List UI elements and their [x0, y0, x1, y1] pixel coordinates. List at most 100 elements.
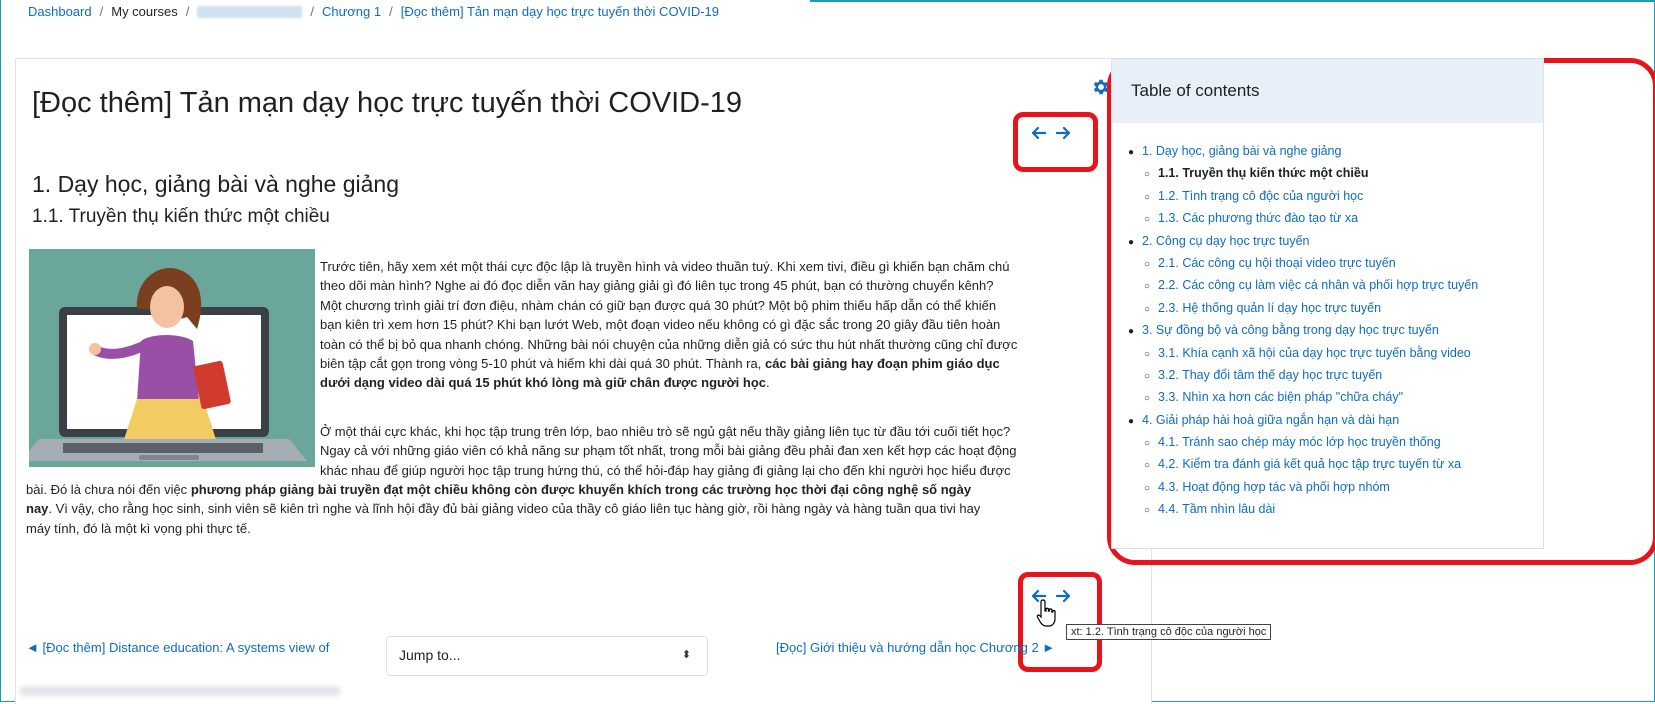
- text-line: Một chương trình giải trí đơn điệu, nhàm…: [320, 297, 997, 313]
- breadcrumb-separator: /: [389, 4, 393, 19]
- toc-item[interactable]: ○ 3.2. Thay đổi tâm thế dạy học trực tuyế…: [1128, 364, 1543, 386]
- text-run: .: [766, 375, 770, 391]
- circle-bullet-icon: ○: [1144, 258, 1151, 270]
- circle-bullet-icon: ○: [1144, 460, 1151, 472]
- top-divider: [810, 0, 1655, 2]
- text-run: . Vì vậy, cho rằng học sinh, sinh viên s…: [48, 501, 981, 517]
- select-updown-icon: ⬍: [681, 649, 691, 661]
- toc-item-label: 3.1. Khía cạnh xã hội của dạy học trực t…: [1158, 345, 1471, 360]
- breadcrumb-course-redacted[interactable]: [197, 5, 303, 18]
- jump-to-select[interactable]: Jump to... ⬍: [386, 636, 708, 676]
- circle-bullet-icon: ○: [1144, 191, 1151, 203]
- next-activity-link[interactable]: [Đọc] Giới thiệu và hướng dẫn học Chương…: [776, 640, 1055, 655]
- circle-bullet-icon: ○: [1144, 303, 1151, 315]
- toc-item: ○ 1.1. Truyền thụ kiến thức một chiều: [1128, 162, 1543, 184]
- text-line: nay. Vì vậy, cho rằng học sinh, sinh viê…: [26, 499, 1106, 518]
- toc-item[interactable]: ○ 4.3. Hoạt động hợp tác và phối hợp nhóm: [1128, 476, 1543, 498]
- toc-item-label: 1.2. Tình trạng cô độc của người học: [1158, 188, 1364, 203]
- toc-item[interactable]: ○ 2.3. Hệ thống quản lí dạy học trực tuyế…: [1128, 297, 1543, 319]
- circle-bullet-icon: ○: [1144, 348, 1151, 360]
- toc-item[interactable]: ● 1. Dạy học, giảng bài và nghe giảng: [1128, 140, 1543, 162]
- toc-item-label: 3. Sự đồng bộ và công bằng trong dạy học…: [1142, 323, 1439, 338]
- text-line: khác nhau để giúp người học tập trung hứ…: [320, 462, 1011, 478]
- text-line: toàn có thể bị bỏ qua nhanh chóng. Những…: [320, 336, 1018, 352]
- text-run: bài. Đó là chưa nói đến việc: [26, 482, 191, 497]
- toc-item-label: 1. Dạy học, giảng bài và nghe giảng: [1142, 144, 1342, 158]
- toc-item-label: 3.2. Thay đổi tâm thế dạy học trực tuyến: [1158, 367, 1383, 382]
- toc-title: Table of contents: [1112, 59, 1543, 123]
- top-chapter-nav: [1031, 125, 1071, 141]
- toc-item[interactable]: ○ 1.3. Các phương thức đào tạo từ xa: [1128, 207, 1543, 229]
- bold-text: dưới dạng video dài quá 15 phút khó lòng…: [320, 375, 767, 391]
- toc-item-label: 2.3. Hệ thống quản lí dạy học trực tuyến: [1158, 300, 1382, 315]
- toc-item-label: 2.2. Các công cụ làm việc cá nhân và phố…: [1158, 278, 1479, 293]
- toc-item[interactable]: ○ 4.4. Tầm nhìn lâu dài: [1128, 498, 1543, 520]
- text-line: bài. Đó là chưa nói đến việc phương pháp…: [26, 480, 1106, 499]
- subchapter-heading: 1.1. Truyền thụ kiến thức một chiều: [32, 206, 330, 227]
- arrow-left-icon: [1032, 127, 1046, 139]
- toc-item[interactable]: ● 2. Công cụ dạy học trực tuyến: [1128, 230, 1543, 252]
- breadcrumb-chapter[interactable]: Chương 1: [322, 4, 381, 19]
- breadcrumb-my-courses[interactable]: My courses: [111, 4, 177, 19]
- text-line: Ngay cả với những giáo viên có khả năng …: [320, 443, 1017, 459]
- toc-item[interactable]: ○ 1.2. Tình trạng cô độc của người học: [1128, 185, 1543, 207]
- breadcrumb-dashboard[interactable]: Dashboard: [28, 4, 92, 19]
- circle-bullet-icon: ○: [1144, 281, 1151, 293]
- table-of-contents-block: Table of contents ● 1. Dạy học, giảng bài…: [1111, 58, 1544, 549]
- toc-item-label: 4.1. Tránh sao chép máy móc lớp học truy…: [1158, 435, 1441, 450]
- circle-bullet-icon: ○: [1144, 169, 1151, 181]
- redacted-text: [20, 686, 340, 696]
- toc-item[interactable]: ● 4. Giải pháp hài hoà giữa ngắn hạn và d…: [1128, 409, 1543, 431]
- page-title: [Đọc thêm] Tản mạn dạy học trực tuyến th…: [32, 87, 743, 119]
- circle-bullet-icon: ○: [1144, 393, 1151, 405]
- hand-cursor-icon: [1036, 599, 1056, 627]
- toc-item-label: 4.3. Hoạt động hợp tác và phối hợp nhóm: [1158, 479, 1390, 494]
- toc-item-label: 3.3. Nhìn xa hơn các biện pháp "chữa chá…: [1158, 390, 1404, 405]
- bold-text: các bài giảng hay đoạn phim giáo dục: [764, 356, 1000, 372]
- circle-bullet-icon: ○: [1144, 505, 1151, 517]
- circle-bullet-icon: ○: [1144, 482, 1151, 494]
- toc-item[interactable]: ○ 3.1. Khía cạnh xã hội của dạy học trực …: [1128, 342, 1543, 364]
- bullet-icon: ●: [1128, 236, 1135, 248]
- arrow-right-icon: [1056, 127, 1070, 139]
- toc-item-label: 4. Giải pháp hài hoà giữa ngắn hạn và dà…: [1142, 412, 1400, 427]
- toc-item[interactable]: ● 3. Sự đồng bộ và công bằng trong dạy họ…: [1128, 319, 1543, 341]
- breadcrumb: Dashboard / My courses / / Chương 1 / [Đ…: [28, 4, 719, 19]
- toc-item[interactable]: ○ 4.2. Kiểm tra đánh giá kết quả học tập …: [1128, 453, 1543, 475]
- circle-bullet-icon: ○: [1144, 214, 1151, 226]
- toc-item[interactable]: ○ 4.1. Tránh sao chép máy móc lớp học tru…: [1128, 431, 1543, 453]
- breadcrumb-separator: /: [310, 4, 314, 19]
- next-tooltip: xt: 1.2. Tình trạng cô độc của người học: [1066, 624, 1272, 640]
- next-chapter-button[interactable]: [1055, 125, 1071, 141]
- toc-item[interactable]: ○ 3.3. Nhìn xa hơn các biện pháp "chữa ch…: [1128, 386, 1543, 408]
- circle-bullet-icon: ○: [1144, 438, 1151, 450]
- jump-to-label: Jump to...: [399, 647, 461, 663]
- toc-item[interactable]: ○ 2.2. Các công cụ làm việc cá nhân và ph…: [1128, 274, 1543, 296]
- paragraph-2-rest: bài. Đó là chưa nói đến việc phương pháp…: [26, 480, 1106, 538]
- text-line: Ở một thái cực khác, khi học tập trung t…: [320, 424, 1011, 439]
- book-chapter-card: [Đọc thêm] Tản mạn dạy học trực tuyến th…: [15, 58, 1152, 704]
- text-line: theo dõi màn hình? Nghe ai đó đọc diễn v…: [320, 278, 994, 294]
- bullet-icon: ●: [1128, 326, 1135, 338]
- bold-text: phương pháp giảng bài truyền đạt một chi…: [190, 482, 972, 497]
- gear-icon: [1093, 79, 1109, 95]
- text-line: máy tính, đó là một kì vọng phi thực tế.: [26, 520, 251, 536]
- paragraph-2-start: Ở một thái cực khác, khi học tập trung t…: [320, 422, 1080, 480]
- text-run: biên tập cắt gọn trong vòng 5-10 phút và…: [320, 356, 765, 372]
- text-line: dưới dạng video dài quá 15 phút khó lòng…: [320, 373, 1080, 392]
- toc-item[interactable]: ○ 2.1. Các công cụ hội thoại video trực t…: [1128, 252, 1543, 274]
- toc-list: ● 1. Dạy học, giảng bài và nghe giảng ○ 1.1…: [1112, 123, 1543, 521]
- breadcrumb-separator: /: [99, 4, 104, 19]
- breadcrumb-current[interactable]: [Đọc thêm] Tản mạn dạy học trực tuyến th…: [401, 4, 719, 19]
- toc-item-label: 2. Công cụ dạy học trực tuyến: [1142, 233, 1310, 248]
- bullet-icon: ●: [1128, 415, 1135, 427]
- toc-item-label: 4.2. Kiểm tra đánh giá kết quả học tập t…: [1158, 457, 1462, 472]
- toc-item-label: 2.1. Các công cụ hội thoại video trực tu…: [1158, 255, 1396, 270]
- text-line: Trước tiên, hãy xem xét một thái cực độc…: [320, 259, 1010, 274]
- paragraph-1: Trước tiên, hãy xem xét một thái cực độc…: [320, 257, 1080, 393]
- toc-item-label: 4.4. Tầm nhìn lâu dài: [1158, 502, 1276, 517]
- previous-activity-link[interactable]: ◄ [Đọc thêm] Distance education: A syste…: [26, 640, 329, 655]
- circle-bullet-icon: ○: [1144, 370, 1151, 382]
- text-line: biên tập cắt gọn trong vòng 5-10 phút và…: [320, 354, 1080, 373]
- previous-chapter-button[interactable]: [1031, 125, 1047, 141]
